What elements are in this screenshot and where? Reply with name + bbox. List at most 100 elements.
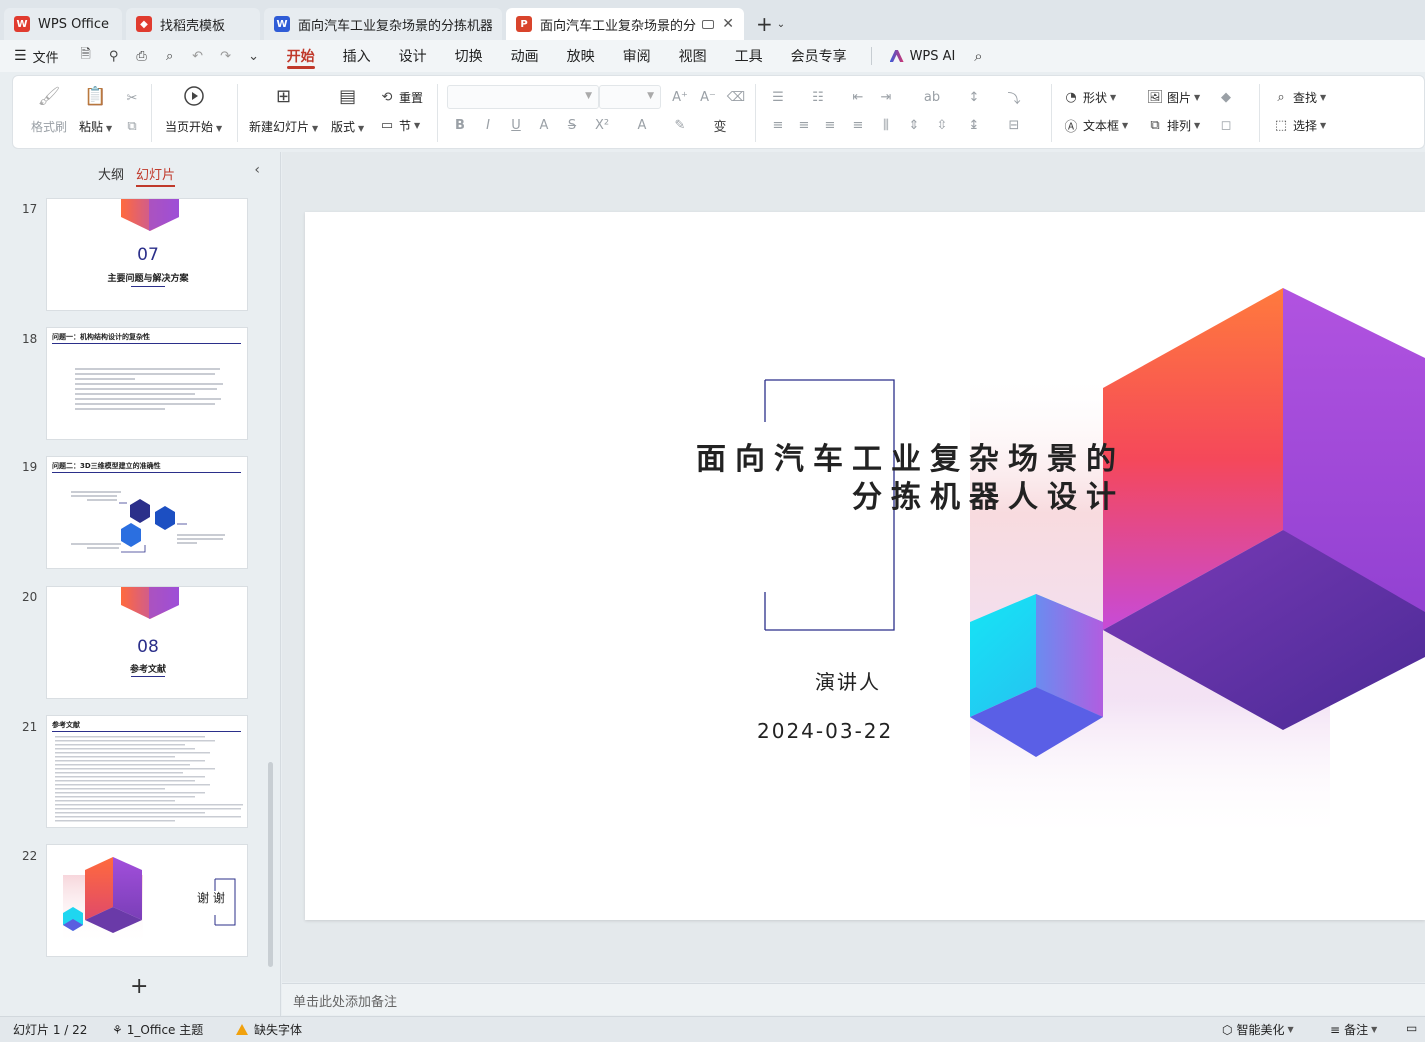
numbered-list-icon[interactable]: ☷	[807, 87, 829, 107]
text-shadow-icon[interactable]: A	[533, 115, 555, 135]
align-left-icon[interactable]: ≡	[767, 115, 789, 135]
underline-icon[interactable]: U	[505, 115, 527, 135]
missing-font-indicator[interactable]: 缺失字体	[236, 1021, 302, 1038]
slide-thumbnail-17[interactable]: 07 主要问题与解决方案	[46, 198, 248, 311]
slide-thumbnail-19[interactable]: 问题二：3D三维模型建立的准确性	[46, 456, 248, 569]
section-button[interactable]: ▭ 节 ▼	[379, 115, 420, 135]
new-tab-button[interactable]: + ⌄	[748, 8, 793, 40]
align-center-icon[interactable]: ≡	[793, 115, 815, 135]
find-button[interactable]: ⌕ 查找 ▼	[1273, 87, 1326, 107]
clear-format-icon[interactable]: ⌫	[725, 87, 747, 107]
link-icon[interactable]: ⚲	[105, 47, 123, 65]
wps-ai-button[interactable]: WPS AI	[882, 49, 964, 64]
arrange-button[interactable]: ⧉ 排列 ▼	[1147, 115, 1200, 135]
tab-slides[interactable]: 幻灯片	[136, 164, 176, 187]
presenter-label[interactable]: 演讲人	[815, 666, 881, 695]
bold-icon[interactable]: B	[449, 115, 471, 135]
strikethrough-icon[interactable]: S	[561, 115, 583, 135]
justify-icon[interactable]: ≡	[847, 115, 869, 135]
picture-button[interactable]: 🖼 图片 ▼	[1147, 87, 1200, 107]
menu-home[interactable]: 开始	[273, 40, 329, 72]
paste-button[interactable]: 📋 粘贴 ▼	[79, 84, 112, 135]
fill-color-icon[interactable]: ◆	[1215, 87, 1237, 107]
vertical-align-icon[interactable]: ⇕	[903, 115, 925, 135]
menu-design[interactable]: 设计	[385, 40, 441, 72]
paragraph-spacing-icon[interactable]: ↨	[963, 115, 985, 135]
slide-thumbnail-18[interactable]: 问题一：机构结构设计的复杂性	[46, 327, 248, 440]
close-icon[interactable]: ✕	[722, 16, 734, 32]
slide-thumbnail-20[interactable]: 08 参考文献	[46, 586, 248, 699]
columns-icon[interactable]: ⫼	[875, 115, 897, 135]
cut-icon[interactable]: ✂	[121, 88, 143, 108]
format-painter-button[interactable]: 🖌 格式刷	[31, 84, 67, 135]
chevron-left-icon[interactable]: ‹	[254, 162, 260, 178]
notes-toggle-button[interactable]: ≡ 备注 ▼	[1330, 1021, 1377, 1038]
notes-pane[interactable]: 单击此处添加备注	[282, 983, 1425, 1015]
monitor-icon[interactable]	[702, 19, 715, 29]
highlight-icon[interactable]: ✎	[669, 115, 691, 135]
tab-word-document[interactable]: W 面向汽车工业复杂场景的分拣机器人设	[264, 8, 502, 40]
font-color-icon[interactable]: A	[631, 115, 653, 135]
format-painter-label: 格式刷	[31, 120, 68, 134]
layout-button[interactable]: ▤ 版式 ▼	[331, 84, 364, 135]
file-menu[interactable]: ☰ 文件	[14, 47, 59, 66]
section-number: 08	[137, 637, 159, 657]
select-button[interactable]: ⬚ 选择 ▼	[1273, 115, 1326, 135]
increase-indent-icon[interactable]: ⇥	[875, 87, 897, 107]
slide-title-line2[interactable]: 分拣机器人设计	[852, 472, 1125, 516]
font-size-select[interactable]: ▼	[599, 85, 661, 109]
text-direction-icon[interactable]: ab	[921, 87, 943, 107]
menu-animation[interactable]: 动画	[497, 40, 553, 72]
superscript-icon[interactable]: X²	[591, 115, 613, 135]
menu-review[interactable]: 审阅	[609, 40, 665, 72]
smart-beautify-button[interactable]: ⬡ 智能美化 ▼	[1222, 1021, 1294, 1038]
outline-color-icon[interactable]: ◻	[1215, 115, 1237, 135]
menu-bar: ☰ 文件 🗎 ⚲ ⎙ ⌕ ↶ ↷ ⌄ 开始 插入 设计 切换 动画 放映 审阅 …	[0, 40, 1425, 72]
theme-indicator[interactable]: ⚘ 1_Office 主题	[112, 1021, 203, 1038]
textbox-button[interactable]: Ⓐ 文本框 ▼	[1063, 115, 1128, 135]
text-box-align-icon[interactable]: ⊟	[1003, 115, 1025, 135]
save-icon[interactable]: 🗎	[77, 47, 95, 65]
align-right-icon[interactable]: ≡	[819, 115, 841, 135]
divider	[1259, 84, 1260, 142]
print-preview-icon[interactable]: ⌕	[161, 47, 179, 65]
menu-insert[interactable]: 插入	[329, 40, 385, 72]
menu-view[interactable]: 视图	[665, 40, 721, 72]
tab-outline[interactable]: 大纲	[98, 164, 124, 183]
presentation-date[interactable]: 2024-03-22	[757, 719, 893, 743]
tab-docer-templates[interactable]: ◆ 找稻壳模板	[126, 8, 260, 40]
slide-thumbnail-21[interactable]: 参考文献	[46, 715, 248, 828]
new-slide-button[interactable]: ⊞ 新建幻灯片 ▼	[249, 84, 318, 135]
decrease-indent-icon[interactable]: ⇤	[847, 87, 869, 107]
redo-icon[interactable]: ↷	[217, 47, 235, 65]
tab-ppt-document[interactable]: P 面向汽车工业复杂场景的分拣 ✕	[506, 8, 744, 40]
menu-membership[interactable]: 会员专享	[777, 40, 861, 72]
normal-view-icon[interactable]: ▭	[1406, 1021, 1417, 1035]
shape-button[interactable]: ◔ 形状 ▼	[1063, 87, 1116, 107]
copy-icon[interactable]: ⧉	[121, 116, 143, 136]
play-from-current-button[interactable]: 当页开始 ▼	[165, 84, 222, 135]
italic-icon[interactable]: I	[477, 115, 499, 135]
menu-slideshow[interactable]: 放映	[553, 40, 609, 72]
bullet-list-icon[interactable]: ☰	[767, 87, 789, 107]
character-spacing-icon[interactable]: 变	[709, 115, 731, 135]
distribute-icon[interactable]: ⇳	[931, 115, 953, 135]
slide-thumbnail-22[interactable]: 谢 谢	[46, 844, 248, 957]
add-slide-button[interactable]: +	[130, 974, 148, 999]
increase-font-icon[interactable]: A⁺	[669, 87, 691, 107]
convert-smartart-icon[interactable]: ⤵	[1003, 87, 1025, 107]
tab-wps-office[interactable]: W WPS Office	[4, 8, 122, 40]
select-label: 选择	[1293, 118, 1318, 133]
undo-icon[interactable]: ↶	[189, 47, 207, 65]
reset-button[interactable]: ⟲ 重置	[379, 87, 423, 107]
search-icon[interactable]: ⌕	[969, 47, 987, 65]
font-family-select[interactable]: ▼	[447, 85, 599, 109]
panel-scrollbar[interactable]	[268, 762, 273, 967]
chevron-down-icon[interactable]: ⌄	[245, 47, 263, 65]
menu-transition[interactable]: 切换	[441, 40, 497, 72]
line-spacing-icon[interactable]: ↕	[963, 87, 985, 107]
current-slide[interactable]: 面向汽车工业复杂场景的 分拣机器人设计 演讲人 2024-03-22	[305, 212, 1425, 920]
menu-tools[interactable]: 工具	[721, 40, 777, 72]
decrease-font-icon[interactable]: A⁻	[697, 87, 719, 107]
print-icon[interactable]: ⎙	[133, 47, 151, 65]
